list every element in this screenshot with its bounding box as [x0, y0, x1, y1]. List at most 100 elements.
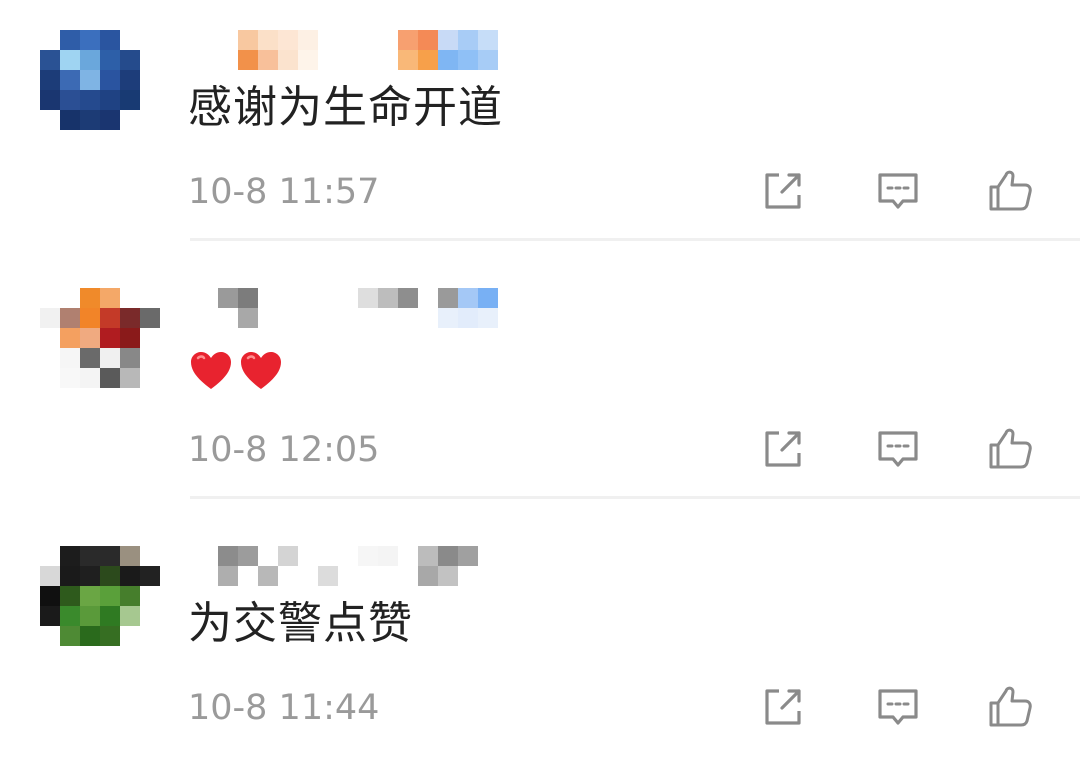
avatar-mosaic-cell: [140, 586, 160, 606]
username-mosaic-cell: [258, 566, 278, 586]
avatar-mosaic-cell: [120, 70, 140, 90]
username-mosaic-cell: [258, 50, 278, 70]
comment-item: 10-8 12:05: [0, 258, 1080, 516]
share-button[interactable]: [758, 166, 808, 216]
avatar-mosaic-cell: [140, 110, 160, 130]
username-mosaic-cell: [198, 546, 218, 566]
username-mosaic-cell: [438, 566, 458, 586]
avatar[interactable]: [40, 288, 160, 388]
username-mosaic-cell: [298, 288, 318, 308]
avatar[interactable]: [40, 546, 160, 646]
avatar-mosaic-cell: [80, 586, 100, 606]
username-mosaic-cell: [358, 308, 378, 328]
avatar-mosaic-cell: [80, 50, 100, 70]
avatar-mosaic-cell: [60, 606, 80, 626]
username-mosaic-cell: [478, 30, 498, 50]
username-mosaic-cell: [198, 288, 218, 308]
username-mosaic-cell: [298, 50, 318, 70]
username-mosaic-cell: [338, 50, 358, 70]
avatar-mosaic-cell: [140, 626, 160, 646]
avatar-mosaic-cell: [60, 90, 80, 110]
username-mosaic-cell: [358, 546, 378, 566]
username-mosaic-cell: [258, 288, 278, 308]
username-mosaic-cell: [358, 566, 378, 586]
share-icon: [765, 173, 801, 209]
username-mosaic-cell: [478, 308, 498, 328]
username-pixelated[interactable]: [198, 30, 498, 70]
username-mosaic-cell: [278, 288, 298, 308]
username-mosaic-cell: [458, 546, 478, 566]
username-mosaic-cell: [318, 50, 338, 70]
username-mosaic-cell: [278, 30, 298, 50]
avatar-mosaic-cell: [120, 30, 140, 50]
avatar-mosaic-cell: [40, 328, 60, 348]
avatar-mosaic-cell: [40, 348, 60, 368]
username-mosaic-cell: [378, 308, 398, 328]
avatar-mosaic-cell: [100, 546, 120, 566]
avatar-mosaic-cell: [100, 328, 120, 348]
username-mosaic-cell: [238, 308, 258, 328]
thumbs-up-icon: [989, 428, 1032, 469]
avatar-mosaic-cell: [80, 566, 100, 586]
avatar-mosaic-cell: [140, 308, 160, 328]
username-mosaic-cell: [338, 288, 358, 308]
emoji-text: [188, 348, 284, 398]
comment-timestamp: 10-8 12:05: [188, 430, 380, 470]
avatar-mosaic-cell: [140, 606, 160, 626]
username-mosaic-cell: [478, 50, 498, 70]
avatar-mosaic-cell: [40, 626, 60, 646]
avatar[interactable]: [40, 30, 160, 130]
like-button[interactable]: [985, 424, 1035, 474]
username-mosaic-cell: [218, 566, 238, 586]
username-mosaic-cell: [278, 566, 298, 586]
avatar-mosaic-cell: [60, 626, 80, 646]
avatar-mosaic-cell: [60, 586, 80, 606]
reply-button[interactable]: [873, 424, 923, 474]
username-mosaic-cell: [298, 546, 318, 566]
avatar-mosaic-cell: [120, 586, 140, 606]
username-mosaic-cell: [398, 50, 418, 70]
username-mosaic-cell: [398, 308, 418, 328]
username-mosaic-cell: [338, 30, 358, 50]
avatar-mosaic-cell: [120, 308, 140, 328]
username-mosaic-cell: [278, 308, 298, 328]
avatar-mosaic-cell: [120, 90, 140, 110]
username-mosaic-cell: [318, 288, 338, 308]
share-button[interactable]: [758, 424, 808, 474]
username-pixelated[interactable]: [198, 546, 498, 586]
avatar-mosaic-cell: [100, 606, 120, 626]
avatar-mosaic-cell: [100, 30, 120, 50]
avatar-mosaic-cell: [140, 328, 160, 348]
avatar-mosaic-cell: [120, 50, 140, 70]
share-icon: [765, 689, 801, 725]
username-mosaic-cell: [418, 566, 438, 586]
avatar-mosaic-cell: [140, 30, 160, 50]
share-button[interactable]: [758, 682, 808, 732]
username-pixelated[interactable]: [198, 288, 498, 328]
avatar-mosaic-cell: [120, 348, 140, 368]
avatar-mosaic-cell: [140, 90, 160, 110]
username-mosaic-cell: [458, 288, 478, 308]
avatar-mosaic-cell: [80, 110, 100, 130]
avatar-mosaic-cell: [80, 606, 100, 626]
like-button[interactable]: [985, 682, 1035, 732]
avatar-mosaic-cell: [60, 30, 80, 50]
avatar-mosaic-cell: [60, 566, 80, 586]
thumbs-up-icon: [989, 686, 1032, 727]
avatar-mosaic-cell: [140, 546, 160, 566]
username-mosaic-cell: [318, 546, 338, 566]
avatar-mosaic-cell: [140, 288, 160, 308]
username-mosaic-cell: [238, 50, 258, 70]
username-mosaic-cell: [438, 30, 458, 50]
username-mosaic-cell: [438, 50, 458, 70]
reply-button[interactable]: [873, 682, 923, 732]
username-mosaic-cell: [418, 288, 438, 308]
reply-button[interactable]: [873, 166, 923, 216]
username-mosaic-cell: [278, 50, 298, 70]
username-mosaic-cell: [238, 288, 258, 308]
divider: [190, 496, 1080, 499]
avatar-mosaic-cell: [80, 546, 100, 566]
avatar-mosaic-cell: [60, 348, 80, 368]
comment-item: 为交警点赞 10-8 11:44: [0, 516, 1080, 774]
like-button[interactable]: [985, 166, 1035, 216]
